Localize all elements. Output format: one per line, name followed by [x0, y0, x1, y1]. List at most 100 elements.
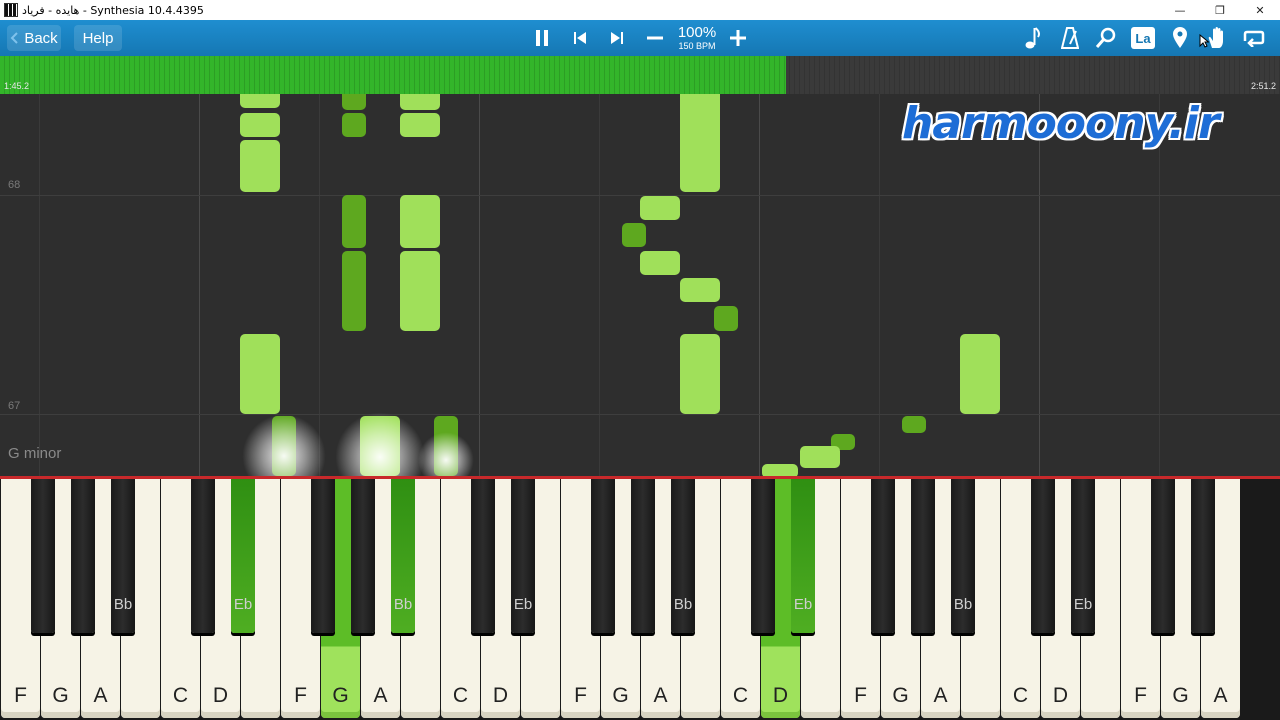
skip-back-icon[interactable] [566, 24, 594, 52]
back-button[interactable]: Back [7, 25, 61, 51]
white-key-label: C [732, 684, 749, 707]
black-key[interactable]: Bb [951, 479, 975, 633]
white-key-label: D [1052, 684, 1069, 707]
note-label-icon[interactable]: La [1129, 24, 1157, 52]
octave-line [319, 94, 320, 476]
black-key-label: Eb [793, 596, 813, 613]
black-key[interactable]: Bb [671, 479, 695, 633]
note [342, 94, 366, 110]
mouse-cursor-icon [1199, 34, 1209, 48]
magnifier-icon[interactable] [1092, 24, 1120, 52]
black-key[interactable] [751, 479, 775, 633]
black-key-label: Bb [393, 596, 413, 613]
falling-notes-area: 68 67 G minor harmooony.ir [0, 94, 1280, 476]
note [400, 195, 440, 248]
note [800, 446, 840, 468]
restore-button[interactable]: ❐ [1200, 0, 1240, 20]
white-key-label: G [1172, 684, 1189, 707]
speed-display: 100% 150 BPM [672, 25, 722, 53]
watermark: harmooony.ir [902, 98, 1220, 149]
white-key-label: C [172, 684, 189, 707]
black-key[interactable] [911, 479, 935, 633]
window-controls: — ❐ ✕ [1160, 0, 1280, 20]
white-key-label: D [492, 684, 509, 707]
octave-line [879, 94, 880, 476]
black-key[interactable] [471, 479, 495, 633]
note [762, 464, 798, 476]
white-key-label: G [892, 684, 909, 707]
note [342, 113, 366, 137]
note [640, 196, 680, 220]
white-key-label: F [574, 684, 587, 707]
octave-line [479, 94, 480, 476]
plus-icon[interactable] [724, 24, 752, 52]
note-label-glyph: La [1131, 27, 1155, 49]
black-key[interactable] [591, 479, 615, 633]
measure-number: 68 [8, 179, 21, 191]
measure-line [0, 414, 1280, 415]
black-key[interactable] [311, 479, 335, 633]
song-progress-bar[interactable] [0, 56, 1280, 94]
note [400, 113, 440, 137]
key-hit-glow [242, 414, 326, 476]
black-key[interactable] [71, 479, 95, 633]
black-key-label: Bb [953, 596, 973, 613]
note [622, 223, 646, 247]
white-key-label: A [93, 684, 108, 707]
white-key-label: F [294, 684, 307, 707]
black-key[interactable]: Eb [511, 479, 535, 633]
total-time: 2:51.2 [1250, 81, 1276, 91]
octave-line [1039, 94, 1040, 476]
black-key[interactable] [1191, 479, 1215, 633]
black-key[interactable] [871, 479, 895, 633]
octave-line [599, 94, 600, 476]
metronome-icon[interactable] [1056, 24, 1084, 52]
black-key[interactable]: Eb [231, 479, 255, 633]
toolbar: Back Help 100% 150 BPM La [0, 20, 1280, 56]
note [902, 416, 926, 433]
music-note-icon[interactable] [1019, 24, 1047, 52]
white-key-label: C [452, 684, 469, 707]
note [342, 251, 366, 331]
measure-number: 67 [8, 400, 21, 412]
note [342, 195, 366, 248]
close-button[interactable]: ✕ [1240, 0, 1280, 20]
black-key[interactable] [1031, 479, 1055, 633]
synthesia-window: هایده - فریاد - Synthesia 10.4.4395 — ❐ … [0, 0, 1280, 720]
current-time: 1:45.2 [4, 81, 30, 91]
white-key-label: A [1213, 684, 1228, 707]
black-key[interactable] [631, 479, 655, 633]
progress-fill [0, 56, 786, 94]
note [680, 334, 720, 414]
black-key[interactable] [1151, 479, 1175, 633]
note [960, 334, 1000, 414]
black-key-label: Bb [113, 596, 133, 613]
location-pin-icon[interactable] [1166, 24, 1194, 52]
black-key[interactable]: Eb [791, 479, 815, 633]
piano-keyboard[interactable]: FGACDFGACDFGACDFGACDFGAEbBbEbBbEbBbEbBbE… [0, 479, 1280, 720]
loop-icon[interactable] [1239, 24, 1267, 52]
white-key-label: A [373, 684, 388, 707]
note [680, 278, 720, 302]
title-bar: هایده - فریاد - Synthesia 10.4.4395 — ❐ … [0, 0, 1280, 20]
key-hit-glow [335, 412, 425, 476]
tempo-bpm: 150 BPM [678, 41, 716, 51]
pause-icon[interactable] [528, 24, 556, 52]
help-button[interactable]: Help [74, 25, 122, 51]
minimize-button[interactable]: — [1160, 0, 1200, 20]
black-key[interactable]: Bb [391, 479, 415, 633]
black-key[interactable] [351, 479, 375, 633]
window-title: هایده - فریاد - Synthesia 10.4.4395 [22, 3, 204, 17]
skip-forward-icon[interactable] [603, 24, 631, 52]
speed-percent: 100% [677, 24, 717, 41]
back-arrow-icon [10, 32, 19, 44]
black-key[interactable] [191, 479, 215, 633]
black-key[interactable]: Eb [1071, 479, 1095, 633]
black-key-label: Bb [673, 596, 693, 613]
black-key[interactable] [31, 479, 55, 633]
black-key[interactable]: Bb [111, 479, 135, 633]
minus-icon[interactable] [641, 24, 669, 52]
octave-line [199, 94, 200, 476]
white-key-label: G [52, 684, 69, 707]
black-key-label: Eb [1073, 596, 1093, 613]
